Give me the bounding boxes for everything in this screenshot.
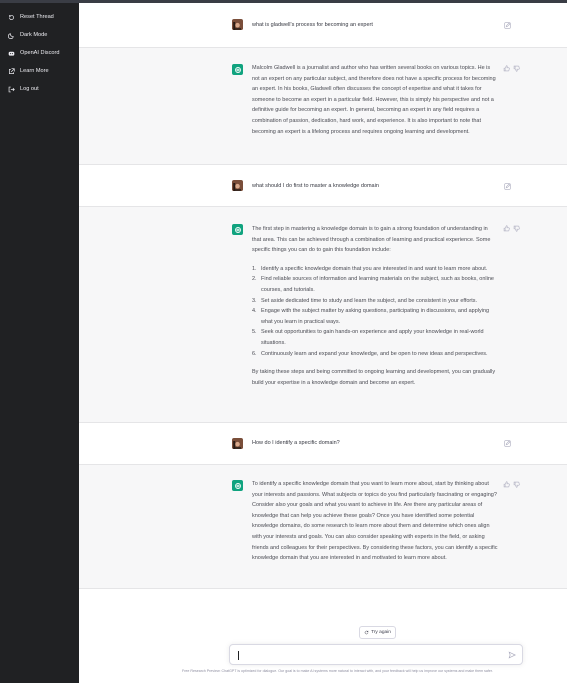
thumbs-up-icon[interactable] <box>503 225 510 232</box>
openai-logo-icon <box>234 482 241 489</box>
thumbs-up-icon[interactable] <box>503 65 510 72</box>
feedback-buttons <box>503 481 520 488</box>
sidebar-item-learn-more[interactable]: Learn More <box>8 64 49 78</box>
reset-icon <box>9 14 14 20</box>
answer-outro: By taking these steps and being committe… <box>252 369 496 386</box>
assistant-message: Malcolm Gladwell is a journalist and aut… <box>79 48 567 165</box>
sidebar-item-label: Log out <box>20 86 39 92</box>
list-item: 2. Find reliable sources of information a… <box>252 276 494 293</box>
user-message: How do I identify a specific domain? <box>79 423 567 465</box>
assistant-message-text: Malcolm Gladwell is a journalist and aut… <box>252 63 498 137</box>
send-icon[interactable] <box>508 651 516 659</box>
answer-list: 1. Identify a specific knowledge domain t… <box>252 264 498 359</box>
user-message-text: How do I identify a specific domain? <box>252 440 340 446</box>
sidebar-item-dark-mode[interactable]: Dark Mode <box>8 28 47 42</box>
feedback-buttons <box>503 225 520 232</box>
sidebar-item-label: Reset Thread <box>20 14 54 20</box>
assistant-message: To identify a specific knowledge domain … <box>79 465 567 589</box>
external-link-icon <box>9 67 15 74</box>
thumbs-down-icon[interactable] <box>513 225 520 232</box>
sidebar-item-label: Learn More <box>20 68 49 74</box>
sidebar-item-openai-discord[interactable]: OpenAI Discord <box>8 46 59 60</box>
user-message-text: what should I do first to master a knowl… <box>252 183 379 189</box>
list-item: 3. Set aside dedicated time to study and … <box>252 297 478 304</box>
sidebar-item-log-out[interactable]: Log out <box>8 82 39 96</box>
openai-logo-icon <box>234 66 241 73</box>
sidebar-item-reset-thread[interactable]: Reset Thread <box>8 10 54 24</box>
user-photo-icon <box>232 440 243 449</box>
user-message: what is gladwell's process for becoming … <box>79 3 567 48</box>
message-input[interactable] <box>240 649 500 662</box>
edit-icon[interactable] <box>504 440 511 447</box>
list-item: 6. Continuously learn and expand your kno… <box>252 350 488 357</box>
thumbs-down-icon[interactable] <box>513 65 520 72</box>
assistant-avatar <box>232 480 243 491</box>
user-avatar <box>232 19 243 30</box>
logout-icon <box>8 86 15 92</box>
message-input-box <box>229 644 523 665</box>
user-message-text: what is gladwell's process for becoming … <box>252 22 373 28</box>
footer-disclaimer: Free Research Preview: ChatGPT is optimi… <box>182 669 493 673</box>
user-photo-icon <box>232 21 243 30</box>
assistant-message-text: To identify a specific knowledge domain … <box>252 479 498 564</box>
assistant-avatar <box>232 64 243 75</box>
user-message: what should I do first to master a knowl… <box>79 165 567 207</box>
user-avatar <box>232 438 243 449</box>
try-again-label: Try again <box>371 630 391 635</box>
try-again-button[interactable]: Try again <box>359 626 396 639</box>
list-item: 5. Seek out opportunities to gain hands-o… <box>252 329 484 346</box>
assistant-message-text: The first step in mastering a knowledge … <box>252 224 498 388</box>
refresh-icon <box>364 630 369 635</box>
discord-icon <box>8 51 15 56</box>
openai-logo-icon <box>234 226 241 233</box>
answer-paragraph: To identify a specific knowledge domain … <box>252 481 498 562</box>
edit-icon[interactable] <box>504 183 511 190</box>
user-avatar <box>232 180 243 191</box>
list-item: 1. Identify a specific knowledge domain t… <box>252 265 488 272</box>
sidebar: Reset Thread Dark Mode OpenAI Discord Le… <box>0 3 79 683</box>
moon-icon <box>8 32 14 39</box>
list-item: 4. Engage with the subject matter by aski… <box>252 308 490 325</box>
sidebar-item-label: OpenAI Discord <box>20 50 60 56</box>
chat-main: what is gladwell's process for becoming … <box>79 3 567 683</box>
answer-paragraph: Malcolm Gladwell is a journalist and aut… <box>252 65 496 135</box>
user-photo-icon <box>232 182 243 191</box>
edit-icon[interactable] <box>504 22 511 29</box>
sidebar-item-label: Dark Mode <box>20 32 48 38</box>
assistant-message: The first step in mastering a knowledge … <box>79 207 567 423</box>
thumbs-down-icon[interactable] <box>513 481 520 488</box>
thumbs-up-icon[interactable] <box>503 481 510 488</box>
feedback-buttons <box>503 65 520 72</box>
answer-intro: The first step in mastering a knowledge … <box>252 226 491 254</box>
assistant-avatar <box>232 224 243 235</box>
text-cursor <box>238 651 239 660</box>
